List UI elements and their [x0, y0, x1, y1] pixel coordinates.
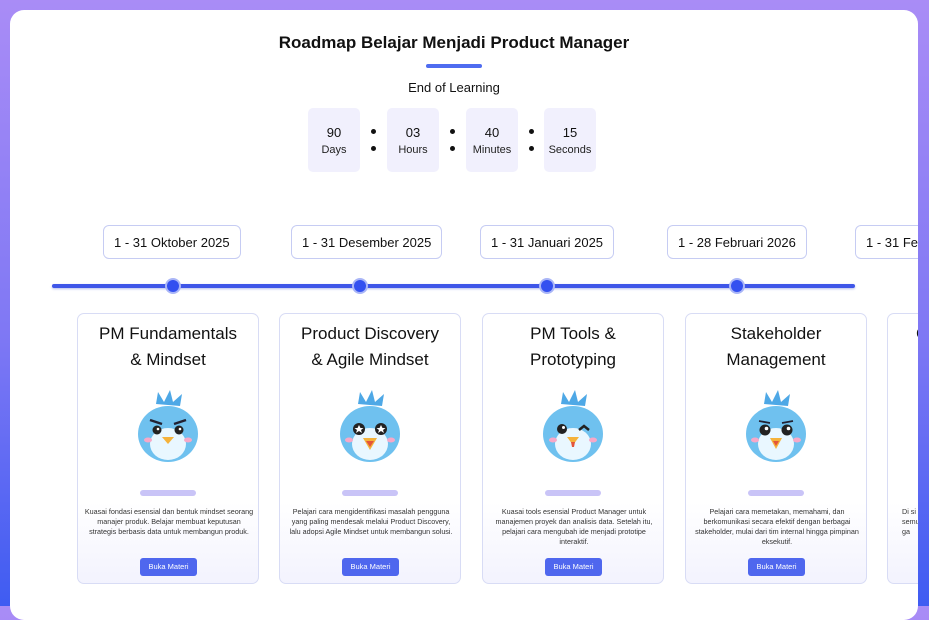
- roadmap-card-pm-tools: PM Tools & Prototyping Kuasai tools esen…: [482, 313, 664, 584]
- card-description: Pelajari cara memetakan, memahami, dan b…: [695, 507, 859, 546]
- card-title-line2: & Agile Mindset: [311, 350, 429, 369]
- countdown-hours-value: 03: [405, 125, 421, 140]
- countdown-label: End of Learning: [408, 80, 500, 95]
- countdown-days-value: 90: [326, 125, 342, 140]
- timeline-date-4: 1 - 28 Februari 2026: [667, 225, 807, 259]
- countdown-minutes: 40 Minutes: [466, 108, 518, 172]
- card-title: C: [916, 321, 918, 347]
- timeline-date-2: 1 - 31 Desember 2025: [291, 225, 443, 259]
- open-material-button[interactable]: Buka Materi: [342, 558, 399, 576]
- roadmap-card-pm-fundamentals: PM Fundamentals & Mindset Kuasai fondasi…: [77, 313, 259, 584]
- bird-excited-mascot: [340, 390, 400, 462]
- countdown-seconds: 15 Seconds: [544, 108, 596, 172]
- timeline-dot: [541, 280, 553, 292]
- card-title-line2: Management: [726, 350, 826, 369]
- card-decor-bar: [342, 490, 398, 496]
- card-title-line1: Product Discovery: [301, 324, 439, 343]
- card-decor-bar: [748, 490, 804, 496]
- roadmap-card-product-discovery: Product Discovery & Agile Mindset Pelaja…: [279, 313, 461, 584]
- bird-angry-mascot: [138, 390, 198, 462]
- open-material-button[interactable]: Buka Materi: [748, 558, 805, 576]
- card-description: Kuasai tools esensial Product Manager un…: [495, 507, 653, 546]
- roadmap-panel: Roadmap Belajar Menjadi Product Manager …: [10, 10, 918, 620]
- card-title-line1: PM Tools &: [530, 324, 616, 343]
- timeline-date-5: 1 - 31 Feb: [855, 225, 918, 259]
- card-description: Di si semu ga: [902, 507, 918, 536]
- card-title: PM Tools & Prototyping: [483, 321, 663, 373]
- timeline-dot: [167, 280, 179, 292]
- timeline-dot: [354, 280, 366, 292]
- card-title-line1: PM Fundamentals: [99, 324, 237, 343]
- countdown-hours: 03 Hours: [387, 108, 439, 172]
- countdown-hours-unit: Hours: [398, 144, 428, 156]
- countdown-separator: [450, 129, 456, 153]
- countdown-separator: [529, 129, 535, 153]
- countdown-minutes-unit: Minutes: [472, 144, 512, 156]
- card-decor-bar: [140, 490, 196, 496]
- card-title: PM Fundamentals & Mindset: [78, 321, 258, 373]
- timeline-date-1: 1 - 31 Oktober 2025: [103, 225, 241, 259]
- countdown-days: 90 Days: [308, 108, 360, 172]
- card-title: Stakeholder Management: [686, 321, 866, 373]
- card-description: Kuasai fondasi esensial dan bentuk minds…: [84, 507, 254, 536]
- bird-worried-mascot: [746, 390, 806, 462]
- roadmap-card-stakeholder-management: Stakeholder Management Pelajari cara mem…: [685, 313, 867, 584]
- countdown-minutes-value: 40: [484, 125, 500, 140]
- timeline-date-3: 1 - 31 Januari 2025: [480, 225, 615, 259]
- bird-wink-mascot: [543, 390, 603, 462]
- countdown-seconds-value: 15: [562, 125, 578, 140]
- card-decor-bar: [545, 490, 601, 496]
- countdown-timer: 90 Days 03 Hours 40 Minutes 15 Seconds: [308, 108, 600, 172]
- open-material-button[interactable]: Buka Materi: [545, 558, 602, 576]
- card-title-line2: Prototyping: [530, 350, 616, 369]
- card-title-line2: & Mindset: [130, 350, 206, 369]
- card-title-line1: C: [916, 324, 918, 343]
- countdown-separator: [371, 129, 377, 153]
- timeline-dot: [731, 280, 743, 292]
- page-title: Roadmap Belajar Menjadi Product Manager: [278, 33, 630, 52]
- card-title: Product Discovery & Agile Mindset: [280, 321, 460, 373]
- roadmap-card-partial: C Di si semu ga: [887, 313, 918, 584]
- card-title-line1: Stakeholder: [730, 324, 822, 343]
- countdown-seconds-unit: Seconds: [548, 144, 592, 156]
- open-material-button[interactable]: Buka Materi: [140, 558, 197, 576]
- card-description: Pelajari cara mengidentifikasi masalah p…: [289, 507, 453, 536]
- countdown-days-unit: Days: [321, 144, 347, 156]
- title-underline: [426, 64, 482, 68]
